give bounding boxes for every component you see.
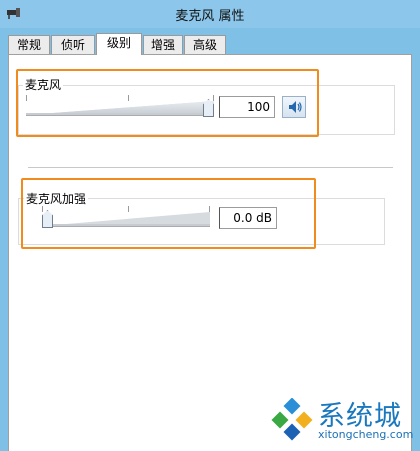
- boost-highlight: [21, 178, 316, 249]
- tab-advanced[interactable]: 高级: [184, 35, 226, 55]
- section-divider: [28, 167, 393, 168]
- title-bar: 麦克风 属性: [0, 0, 420, 28]
- tab-levels[interactable]: 级别: [96, 33, 142, 55]
- tab-strip: 常规 侦听 级别 增强 高级: [8, 33, 412, 55]
- watermark: 系统城 xitongcheng.com: [270, 388, 420, 451]
- window-title: 麦克风 属性: [175, 9, 245, 24]
- tab-listen[interactable]: 侦听: [51, 35, 95, 55]
- watermark-url: xitongcheng.com: [318, 428, 414, 441]
- tab-general[interactable]: 常规: [8, 35, 50, 55]
- microphone-highlight: [16, 69, 319, 137]
- tab-enhancements[interactable]: 增强: [143, 35, 183, 55]
- brand-logo-icon: [271, 398, 313, 441]
